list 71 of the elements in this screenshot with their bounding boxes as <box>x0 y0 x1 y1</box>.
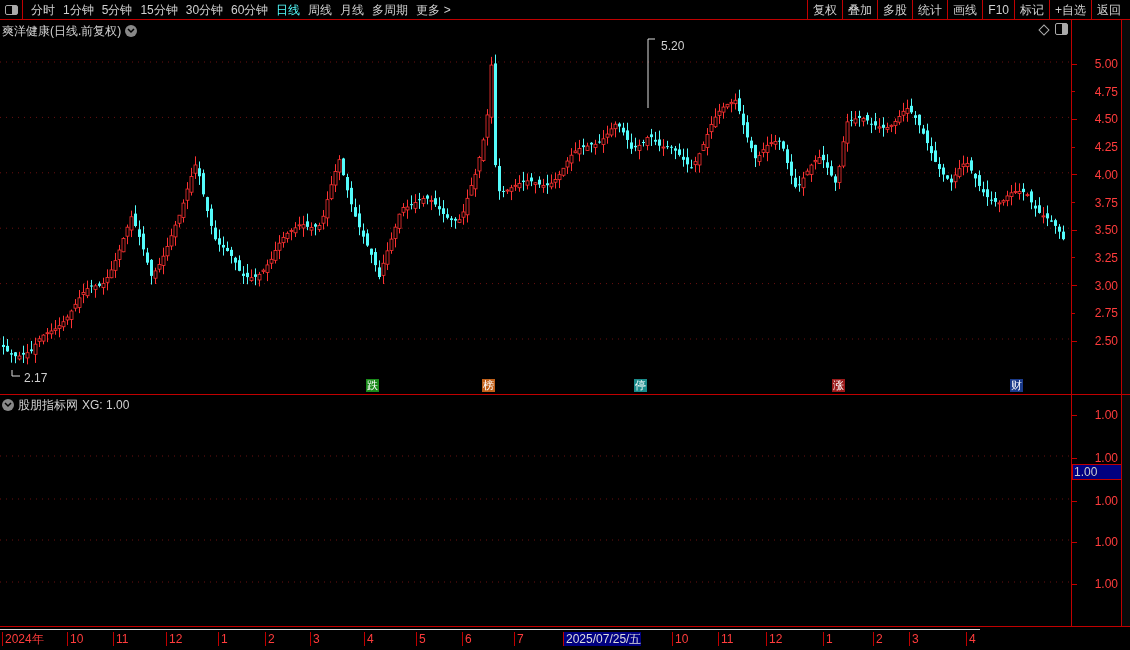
date-axis-label: 1 <box>218 632 228 646</box>
period-tab[interactable]: 1分钟 <box>59 0 98 19</box>
toolbar-button[interactable]: 多股 <box>877 0 913 19</box>
date-axis-label: 3 <box>909 632 919 646</box>
chevron-down-icon[interactable] <box>2 399 14 411</box>
price-axis-label: 4.25 <box>1094 139 1118 157</box>
period-tab[interactable]: 60分钟 <box>227 0 273 19</box>
period-tab[interactable]: 周线 <box>304 0 337 19</box>
price-axis-label: 3.75 <box>1094 194 1118 212</box>
period-tab[interactable]: 日线 <box>272 0 305 19</box>
event-marker[interactable]: 停 <box>634 379 647 392</box>
date-axis-label: 2 <box>265 632 275 646</box>
period-tab[interactable]: 月线 <box>336 0 369 19</box>
period-tab[interactable]: 5分钟 <box>97 0 137 19</box>
date-axis-label: 4 <box>966 632 976 646</box>
price-axis-label: 5.00 <box>1094 56 1118 73</box>
event-marker[interactable]: 跌 <box>366 379 379 392</box>
date-axis-label: 12 <box>766 632 783 646</box>
date-axis-label: 4 <box>364 632 374 646</box>
period-tab[interactable]: 分时 <box>27 0 59 19</box>
date-axis-label: 2 <box>873 632 883 646</box>
date-axis-label: 12 <box>166 632 183 646</box>
period-tab[interactable]: 多周期 <box>368 0 413 19</box>
date-axis-label: 10 <box>67 632 84 646</box>
chart-title: 爽洋健康(日线.前复权) <box>2 23 122 40</box>
price-axis-label: 4.00 <box>1094 166 1118 184</box>
current-value-label: 1.00 <box>1072 464 1122 480</box>
chevron-down-icon[interactable] <box>125 25 138 37</box>
date-axis-label: 2024年 <box>2 632 44 646</box>
period-tab[interactable]: 更多 > <box>412 0 455 19</box>
indicator-axis-label: 1.00 <box>1094 493 1118 510</box>
date-axis-label: 10 <box>672 632 689 646</box>
date-axis-label: 2025/07/25/五 <box>563 632 642 646</box>
date-axis-label: 7 <box>514 632 524 646</box>
toolbar-button[interactable]: 画线 <box>947 0 983 19</box>
period-tab[interactable]: 15分钟 <box>136 0 182 19</box>
event-marker[interactable]: 涨 <box>832 379 845 392</box>
indicator-name: 股朋指标网 <box>18 397 78 414</box>
price-axis-label: 2.75 <box>1094 305 1118 323</box>
toolbar-button[interactable]: 叠加 <box>842 0 878 19</box>
event-marker[interactable]: 财 <box>1010 379 1023 392</box>
price-axis-label: 3.50 <box>1094 222 1118 240</box>
toolbar-button[interactable]: F10 <box>982 0 1014 19</box>
toolbar-button[interactable]: 统计 <box>912 0 948 19</box>
date-axis-label: 5 <box>416 632 426 646</box>
toolbar-button[interactable]: +自选 <box>1049 0 1091 19</box>
event-marker[interactable]: 榜 <box>482 379 495 392</box>
date-axis-label: 3 <box>310 632 320 646</box>
indicator-axis-label: 1.00 <box>1094 576 1118 593</box>
price-axis-label: 4.50 <box>1094 111 1118 129</box>
price-axis-label: 2.50 <box>1094 333 1118 350</box>
price-axis-label: 4.75 <box>1094 83 1118 101</box>
toolbar-button[interactable]: 返回 <box>1091 0 1126 19</box>
price-axis-label: 3.25 <box>1094 249 1118 267</box>
price-axis-label: 3.00 <box>1094 277 1118 295</box>
panel-toggle-icon[interactable] <box>1055 23 1068 35</box>
date-axis-label: 11 <box>113 632 129 646</box>
toolbar-button[interactable]: 标记 <box>1014 0 1049 19</box>
toolbar-button[interactable]: 复权 <box>807 0 843 19</box>
indicator-axis-label: 1.00 <box>1094 407 1118 424</box>
indicator-axis-label: 1.00 <box>1094 450 1118 467</box>
high-price-label: 5.20 <box>661 38 685 55</box>
date-axis-label: 6 <box>462 632 472 646</box>
date-axis-label: 11 <box>718 632 734 646</box>
period-tab[interactable]: 30分钟 <box>181 0 228 19</box>
panel-toggle-icon[interactable] <box>4 4 18 15</box>
low-pointer-line <box>11 369 21 377</box>
indicator-axis-label: 1.00 <box>1094 534 1118 551</box>
low-price-label: 2.17 <box>24 370 48 387</box>
date-axis-label: 1 <box>823 632 833 646</box>
indicator-value: XG: 1.00 <box>82 397 130 414</box>
